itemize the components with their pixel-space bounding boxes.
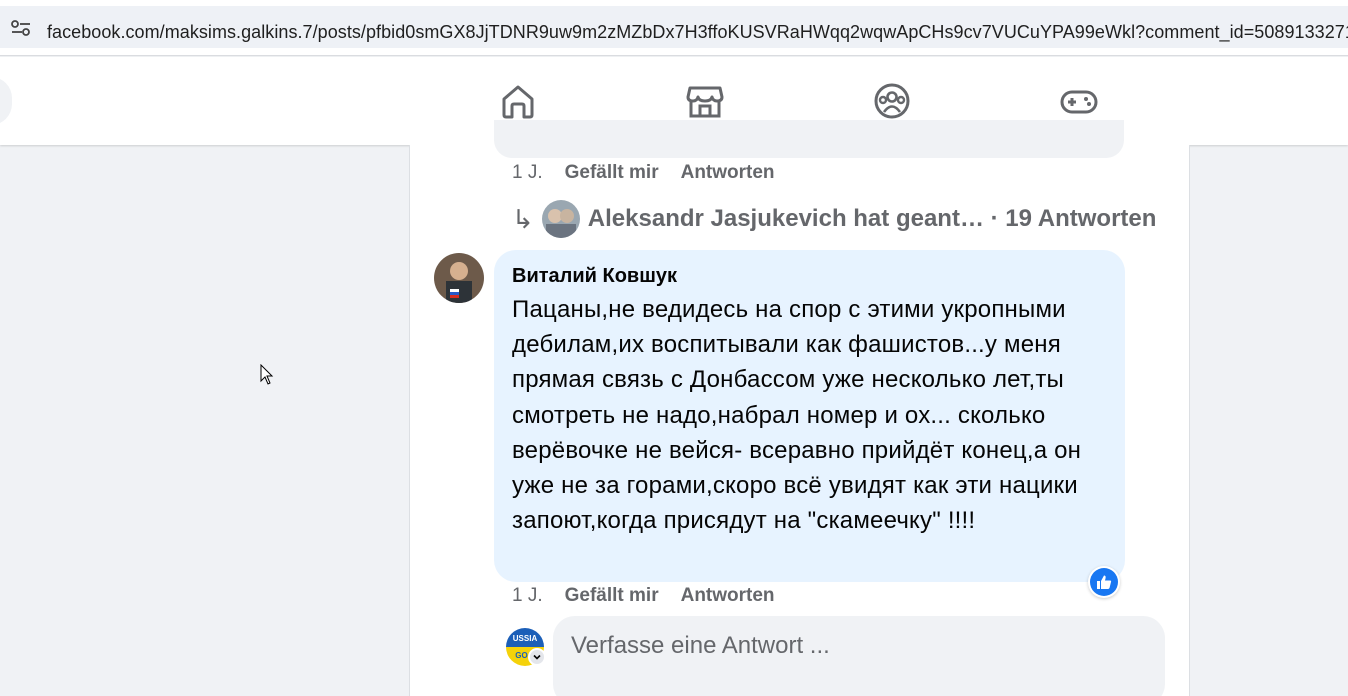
- reaction-badge[interactable]: [1088, 566, 1120, 598]
- previous-comment-actions: 1 J. Gefällt mir Antworten: [512, 162, 775, 184]
- comment-timestamp[interactable]: 1 J.: [512, 162, 543, 183]
- browser-address-bar: facebook.com/maksims.galkins.7/posts/pfb…: [0, 0, 1348, 56]
- replies-summary: Aleksandr Jasjukevich hat geant… · 19 An…: [587, 205, 1157, 232]
- site-settings-icon[interactable]: [10, 19, 32, 37]
- like-icon: [1097, 575, 1112, 589]
- home-icon[interactable]: [498, 81, 538, 121]
- reply-arrow-icon: ↳: [512, 203, 534, 234]
- view-replies-link[interactable]: ↳ Aleksandr Jasjukevich hat geant… · 19 …: [512, 200, 1156, 238]
- comment-text: Пацаны,не ведидесь на спор с этими укроп…: [512, 296, 1082, 535]
- svg-text:USSIA: USSIA: [513, 634, 538, 643]
- comment-bubble: Виталий Ковшук Пацаны,не ведидесь на спо…: [494, 250, 1125, 582]
- chevron-down-icon[interactable]: [528, 648, 546, 666]
- gaming-icon[interactable]: [1059, 81, 1099, 121]
- reply-link[interactable]: Antworten: [681, 162, 775, 183]
- comment-actions: 1 J. Gefällt mir Antworten: [512, 585, 775, 607]
- comment-author[interactable]: Виталий Ковшук: [512, 264, 1107, 288]
- url-field[interactable]: facebook.com/maksims.galkins.7/posts/pfb…: [0, 6, 1348, 48]
- like-link[interactable]: Gefällt mir: [565, 162, 659, 183]
- comment-timestamp[interactable]: 1 J.: [512, 585, 543, 606]
- reply-composer: [553, 616, 1165, 696]
- mouse-pointer-icon: [260, 364, 274, 385]
- reply-link[interactable]: Antworten: [681, 585, 775, 606]
- avatar[interactable]: [434, 253, 484, 303]
- search-field[interactable]: [0, 77, 12, 125]
- url-text[interactable]: facebook.com/maksims.galkins.7/posts/pfb…: [47, 22, 1348, 43]
- previous-comment-bubble: [494, 120, 1124, 158]
- marketplace-icon[interactable]: [685, 81, 725, 121]
- reply-input[interactable]: [571, 632, 1131, 660]
- groups-icon[interactable]: [872, 81, 912, 121]
- avatar: [541, 200, 580, 238]
- like-link[interactable]: Gefällt mir: [565, 585, 659, 606]
